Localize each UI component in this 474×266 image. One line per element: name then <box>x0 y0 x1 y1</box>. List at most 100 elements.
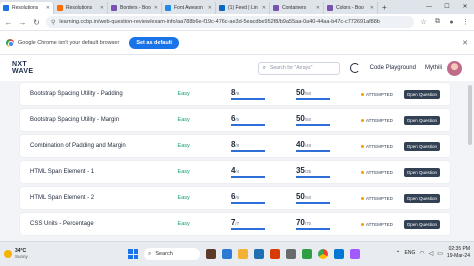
edge-icon[interactable] <box>254 249 264 259</box>
tab-close-icon[interactable]: ✕ <box>316 5 320 11</box>
minimize-icon[interactable]: — <box>420 0 438 14</box>
status-badge: ATTEMPTED <box>361 222 404 227</box>
file-explorer-icon[interactable] <box>238 249 248 259</box>
score: 4/4 <box>230 166 296 178</box>
scrollbar[interactable] <box>468 85 472 145</box>
tab-favicon-icon <box>111 5 117 11</box>
set-as-default-button[interactable]: Set as default <box>129 36 180 49</box>
app-icon-green[interactable] <box>302 249 312 259</box>
theme-toggle-icon[interactable] <box>349 63 360 73</box>
score-total: /8 <box>235 143 240 148</box>
volume-icon[interactable]: ◁ <box>429 250 434 257</box>
close-banner-icon[interactable]: ✕ <box>462 39 468 47</box>
question-title[interactable]: HTML Span Element - 1 <box>30 169 178 175</box>
status-text: ATTEMPTED <box>366 143 393 149</box>
status-text: ATTEMPTED <box>366 91 393 97</box>
app-icon-1[interactable] <box>206 249 216 259</box>
open-question-button[interactable]: Open Question <box>403 89 440 99</box>
attempts-progress-fill <box>295 98 330 100</box>
status-dot-icon <box>361 222 364 226</box>
open-question-button[interactable]: Open Question <box>403 115 440 125</box>
score-progress-fill <box>230 176 265 178</box>
tab-favicon-icon <box>57 5 63 11</box>
site-info-icon[interactable]: ⚲ <box>51 19 55 26</box>
nxtwave-logo[interactable]: NXT WAVE <box>12 61 33 75</box>
store-icon[interactable] <box>286 249 296 259</box>
avatar[interactable] <box>447 60 462 76</box>
user-name[interactable]: Mythili <box>425 65 442 71</box>
open-question-button[interactable]: Open Question <box>403 141 440 151</box>
score: 8/8 <box>230 140 296 152</box>
browser-tab[interactable]: Resolutions ✕ <box>0 2 54 14</box>
browser-tab[interactable]: Colors - Boo ✕ <box>324 2 378 14</box>
reload-icon[interactable]: ↻ <box>32 18 41 27</box>
search-input[interactable]: ⌕ Search for "Arrays" <box>257 61 340 75</box>
app-icon-purple[interactable] <box>350 249 360 259</box>
status-dot-icon <box>361 170 364 174</box>
battery-icon[interactable]: ▭ <box>437 250 443 257</box>
chrome-taskbar-icon[interactable] <box>318 249 328 259</box>
tab-close-icon[interactable]: ✕ <box>154 5 158 11</box>
open-question-button[interactable]: Open Question <box>403 167 440 177</box>
browser-tab[interactable]: (1) Feed | Lin ✕ <box>216 2 270 14</box>
score-progress-bar <box>230 98 265 100</box>
weather-widget[interactable]: 34°C Sunny <box>4 248 28 260</box>
maximize-icon[interactable]: ☐ <box>438 0 456 14</box>
windows-taskbar: 34°C Sunny ⌕ Search ⌃ ENG ◠ ◁ ▭ 02:35 PM… <box>0 241 474 266</box>
chevron-up-icon[interactable]: ⌃ <box>396 250 401 257</box>
attempts-value: 50 <box>295 88 305 97</box>
taskbar-apps: ⌕ Search <box>128 248 360 260</box>
code-playground-link[interactable]: Code Playground <box>370 65 416 71</box>
tab-label: Containers <box>282 5 307 11</box>
url-field[interactable]: ⚲ learning.ccbp.in/web-question-review/e… <box>46 16 414 28</box>
tab-label: Font Aweson <box>174 5 203 11</box>
attempts: 35/35 <box>295 166 361 178</box>
question-title[interactable]: Combination of Padding and Margin <box>30 143 178 149</box>
forward-icon[interactable]: → <box>18 18 27 27</box>
tab-close-icon[interactable]: ✕ <box>46 5 50 11</box>
tab-close-icon[interactable]: ✕ <box>100 5 104 11</box>
tab-close-icon[interactable]: ✕ <box>208 5 212 11</box>
browser-tab[interactable]: Borders - Boo ✕ <box>108 2 162 14</box>
office-icon[interactable] <box>270 249 280 259</box>
browser-tab[interactable]: Font Aweson ✕ <box>162 2 216 14</box>
attempts-progress-bar <box>295 124 330 126</box>
wifi-icon[interactable]: ◠ <box>419 250 424 257</box>
windows-start-icon[interactable] <box>128 249 138 259</box>
score: 8/8 <box>230 88 296 100</box>
score-total: /8 <box>235 91 240 96</box>
profile-icon[interactable]: ● <box>447 19 456 26</box>
browser-tab[interactable]: Containers ✕ <box>270 2 324 14</box>
window-controls: — ☐ ✕ <box>420 0 474 14</box>
difficulty-label: Easy <box>177 143 190 149</box>
banner-message: Google Chrome isn't your default browser <box>18 39 120 46</box>
attempts-value: 50 <box>295 114 305 123</box>
close-window-icon[interactable]: ✕ <box>456 0 474 14</box>
question-title[interactable]: HTML Span Element - 2 <box>30 195 178 201</box>
tab-close-icon[interactable]: ✕ <box>370 5 374 11</box>
url-text: learning.ccbp.in/web-question-review/exa… <box>59 19 380 25</box>
menu-icon[interactable]: ⋮ <box>461 18 470 26</box>
question-title[interactable]: CSS Units - Percentage <box>30 221 178 227</box>
vscode-icon[interactable] <box>334 249 344 259</box>
open-question-button[interactable]: Open Question <box>403 193 440 203</box>
browser-tab[interactable]: Resolutions ✕ <box>54 2 108 14</box>
clock[interactable]: 02:35 PM 19-Mar-24 <box>447 246 470 260</box>
status-dot-icon <box>361 196 364 200</box>
search-placeholder: Search for "Arrays" <box>269 65 313 71</box>
extensions-icon[interactable]: ⧉ <box>433 18 442 26</box>
score-progress-bar <box>230 176 265 178</box>
question-title[interactable]: Bootstrap Spacing Utility - Margin <box>30 117 178 123</box>
question-title[interactable]: Bootstrap Spacing Utility - Padding <box>30 91 178 97</box>
task-view-icon[interactable] <box>222 249 232 259</box>
language-indicator[interactable]: ENG <box>405 250 416 256</box>
score-values: 6/6 <box>231 192 296 201</box>
open-question-button[interactable]: Open Question <box>403 219 440 229</box>
back-icon[interactable]: ← <box>4 18 13 27</box>
bookmark-star-icon[interactable]: ☆ <box>419 18 428 26</box>
tab-close-icon[interactable]: ✕ <box>262 5 266 11</box>
attempts-total: /50 <box>304 117 312 122</box>
taskbar-search[interactable]: ⌕ Search <box>144 248 200 260</box>
status-badge: ATTEMPTED <box>361 92 404 97</box>
new-tab-icon[interactable]: + <box>378 2 391 14</box>
